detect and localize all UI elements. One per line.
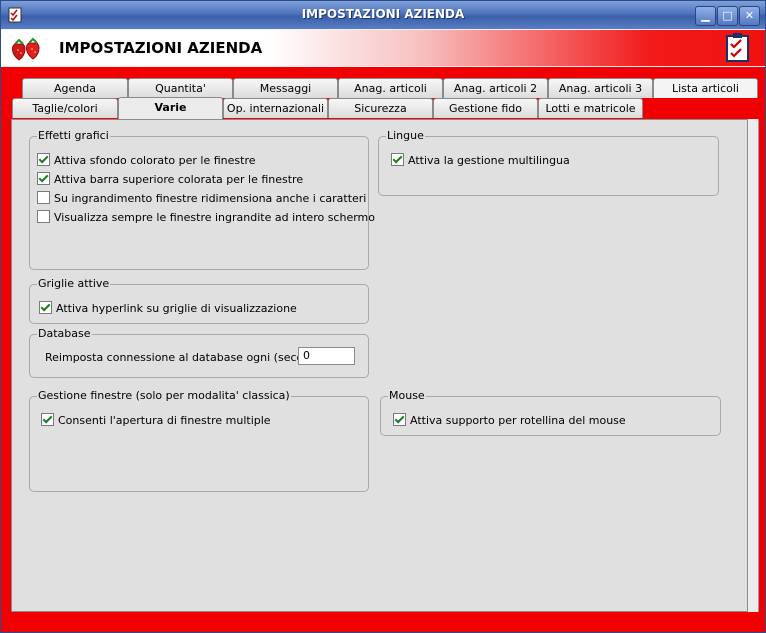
panel-right-edge: [748, 119, 759, 612]
checkbox-icon[interactable]: [39, 301, 52, 314]
checkbox-label: Attiva supporto per rotellina del mouse: [410, 414, 626, 427]
tab-quantita[interactable]: Quantita': [128, 78, 233, 98]
tab-lotti-matricole[interactable]: Lotti e matricole: [538, 98, 643, 118]
panel-bottom-edge: [11, 612, 758, 614]
checkbox-label: Consenti l'apertura di finestre multiple: [58, 414, 271, 427]
header-title: IMPOSTAZIONI AZIENDA: [59, 39, 263, 57]
group-label: Database: [37, 327, 92, 340]
reconnect-label: Reimposta connessione al database ogni (…: [45, 351, 332, 364]
tab-taglie-colori[interactable]: Taglie/colori: [12, 98, 118, 118]
minimize-button[interactable]: ▁: [695, 6, 716, 26]
strawberry-logo-icon: [11, 37, 40, 61]
checkbox-icon[interactable]: [41, 413, 54, 426]
checkbox-label: Attiva sfondo colorato per le finestre: [54, 154, 256, 167]
tab-anag-articoli-2[interactable]: Anag. articoli 2: [443, 78, 548, 98]
checkbox-multilingua[interactable]: Attiva la gestione multilingua: [391, 153, 570, 167]
tab-panel-varie: Effetti grafici Attiva sfondo colorato p…: [11, 119, 748, 612]
checkbox-label: Attiva la gestione multilingua: [408, 154, 570, 167]
group-label: Effetti grafici: [37, 129, 110, 142]
group-label: Mouse: [388, 389, 426, 402]
checkbox-hyperlink-griglie[interactable]: Attiva hyperlink su griglie di visualizz…: [39, 301, 297, 315]
checkbox-label: Attiva barra superiore colorata per le f…: [54, 173, 304, 186]
reconnect-seconds-input[interactable]: 0: [298, 347, 355, 365]
checkbox-icon[interactable]: [37, 153, 50, 166]
checkbox-finestre-multiple[interactable]: Consenti l'apertura di finestre multiple: [41, 413, 271, 427]
group-griglie-attive: Griglie attive Attiva hyperlink su grigl…: [29, 277, 369, 324]
tab-messaggi[interactable]: Messaggi: [233, 78, 338, 98]
checkbox-barra-colorata[interactable]: Attiva barra superiore colorata per le f…: [37, 172, 303, 186]
checkbox-label: Attiva hyperlink su griglie di visualizz…: [56, 302, 297, 315]
checkbox-icon[interactable]: [391, 153, 404, 166]
checkbox-rotellina-mouse[interactable]: Attiva supporto per rotellina del mouse: [393, 413, 626, 427]
checkbox-icon[interactable]: [37, 172, 50, 185]
app-header: IMPOSTAZIONI AZIENDA: [1, 30, 765, 66]
checkbox-intero-schermo[interactable]: Visualizza sempre le finestre ingrandite…: [37, 210, 375, 224]
group-mouse: Mouse Attiva supporto per rotellina del …: [380, 389, 721, 436]
app-window: IMPOSTAZIONI AZIENDA ▁ □ ✕ IMPOSTAZIONI …: [0, 0, 766, 633]
group-gestione-finestre: Gestione finestre (solo per modalita' cl…: [29, 389, 369, 492]
group-label: Griglie attive: [37, 277, 111, 290]
tab-sicurezza[interactable]: Sicurezza: [328, 98, 433, 118]
group-label: Lingue: [386, 129, 425, 142]
tab-gestione-fido[interactable]: Gestione fido: [433, 98, 538, 118]
checkbox-icon[interactable]: [393, 413, 406, 426]
checkbox-label: Su ingrandimento finestre ridimensiona a…: [54, 192, 367, 205]
tab-anag-articoli[interactable]: Anag. articoli: [338, 78, 443, 98]
maximize-button[interactable]: □: [717, 6, 738, 26]
checkbox-icon[interactable]: [37, 191, 50, 204]
window-title: IMPOSTAZIONI AZIENDA: [301, 7, 465, 21]
group-label: Gestione finestre (solo per modalita' cl…: [37, 389, 291, 402]
group-lingue: Lingue Attiva la gestione multilingua: [378, 129, 719, 196]
tab-varie[interactable]: Varie: [118, 97, 223, 119]
tab-anag-articoli-3[interactable]: Anag. articoli 3: [548, 78, 653, 98]
tab-agenda[interactable]: Agenda: [22, 78, 128, 98]
checklist-icon: [726, 33, 749, 62]
close-button[interactable]: ✕: [739, 6, 760, 26]
checkbox-ridimensiona-caratteri[interactable]: Su ingrandimento finestre ridimensiona a…: [37, 191, 366, 205]
group-effetti-grafici: Effetti grafici Attiva sfondo colorato p…: [29, 129, 375, 270]
tab-lista-articoli[interactable]: Lista articoli: [653, 78, 758, 98]
group-database: Database Reimposta connessione al databa…: [29, 327, 369, 378]
checkbox-label: Visualizza sempre le finestre ingrandite…: [54, 211, 375, 224]
title-bar[interactable]: IMPOSTAZIONI AZIENDA ▁ □ ✕: [1, 1, 765, 29]
checkbox-icon[interactable]: [37, 210, 50, 223]
tab-op-internazionali[interactable]: Op. internazionali: [223, 98, 328, 118]
checkbox-sfondo-colorato[interactable]: Attiva sfondo colorato per le finestre: [37, 153, 256, 167]
